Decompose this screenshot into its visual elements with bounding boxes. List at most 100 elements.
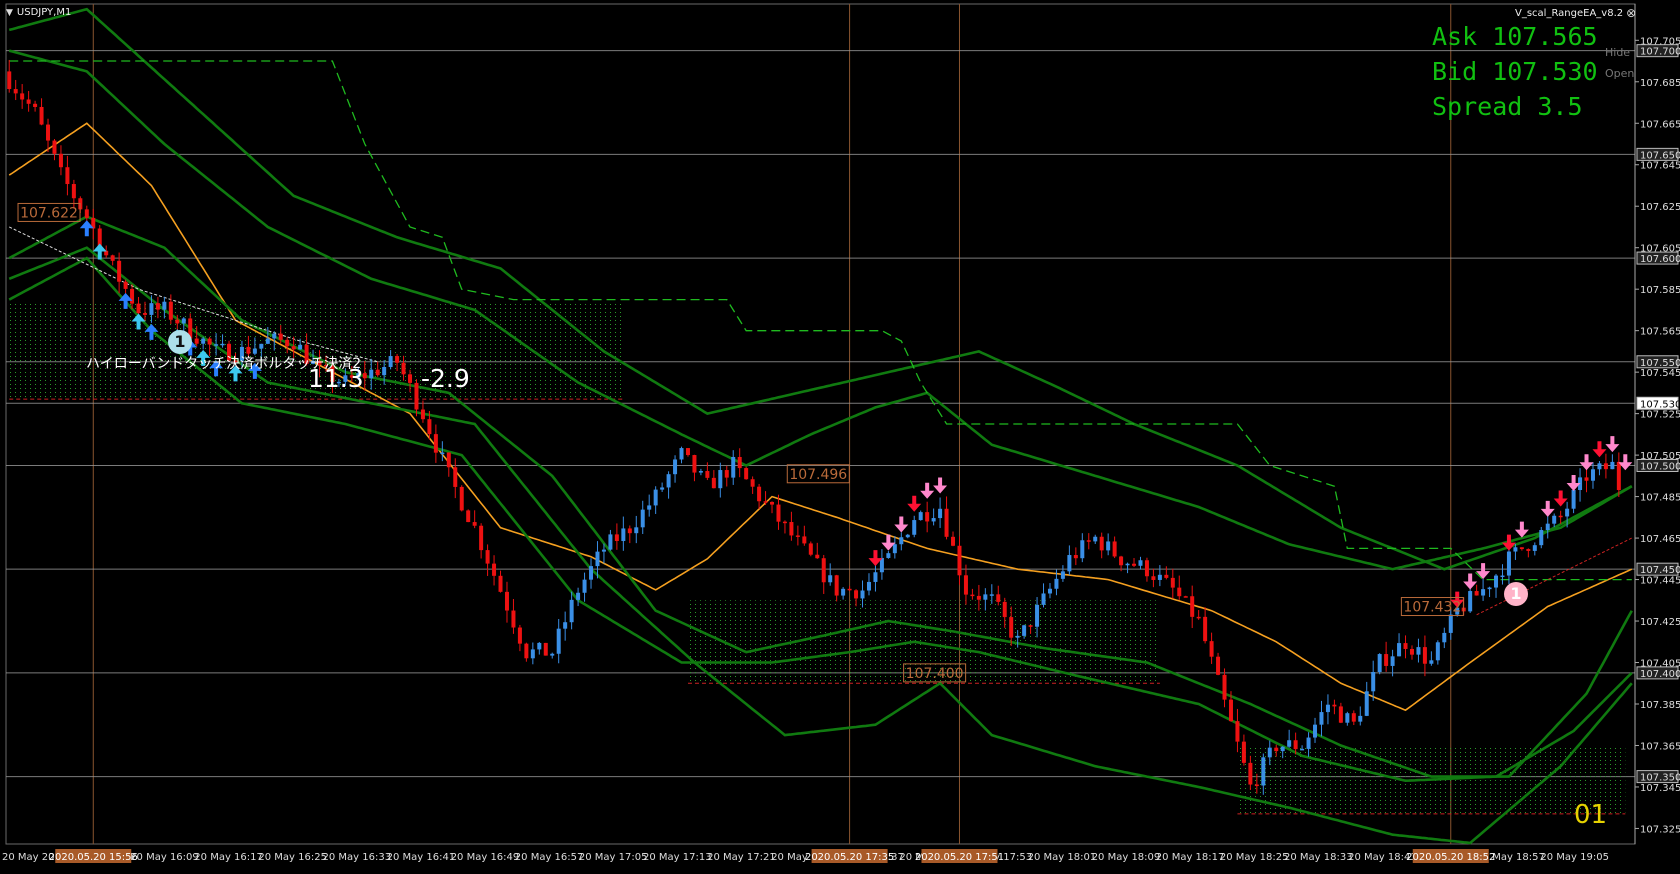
candle-body xyxy=(1532,545,1537,551)
candle-body xyxy=(1261,757,1266,786)
candle-body xyxy=(1584,477,1589,481)
candle-body xyxy=(1254,784,1259,787)
candle-body xyxy=(1216,656,1221,675)
candle-body xyxy=(162,301,167,310)
candle-body xyxy=(621,528,626,542)
price-level-tag-text: 107.400 xyxy=(1640,669,1680,680)
time-highlight-text: 2020.05.20 17:35 xyxy=(805,852,894,863)
candle-body xyxy=(1002,601,1007,618)
candle-body xyxy=(1248,762,1253,785)
candle-body xyxy=(808,543,813,555)
entry-badge-1[interactable]: 1 xyxy=(168,330,192,354)
level-label-text: 107.432 xyxy=(1403,600,1461,616)
price-level-tag-text: 107.450 xyxy=(1640,565,1680,576)
candle-body xyxy=(207,338,212,345)
candle-body xyxy=(815,554,820,559)
candle-body xyxy=(1545,523,1550,531)
time-tick-label: 20 May 17:21 xyxy=(707,852,776,863)
candle-body xyxy=(996,594,1001,602)
candle-body xyxy=(1539,530,1544,546)
candle-body xyxy=(265,338,270,344)
candle-body xyxy=(1571,490,1576,509)
candle-body xyxy=(1513,547,1518,552)
candle-body xyxy=(440,452,445,455)
candle-body xyxy=(1157,574,1162,580)
candle-body xyxy=(382,367,387,376)
time-tick-label: 20 May 19:05 xyxy=(1540,852,1609,863)
candle-body xyxy=(724,470,729,478)
candle-body xyxy=(556,628,561,654)
candle-body xyxy=(1487,587,1492,590)
candle-body xyxy=(1345,713,1350,723)
candle-body xyxy=(1106,541,1111,551)
candle-body xyxy=(1112,541,1117,557)
dropdown-icon[interactable]: ▼ xyxy=(6,8,13,18)
candle-body xyxy=(1526,549,1531,551)
time-highlight-text: 2020.05.20 17:51 xyxy=(915,852,1004,863)
candle-body xyxy=(388,356,393,368)
candle-body xyxy=(39,106,44,125)
chart-window[interactable]: 107.622 107.496 107.400 107.432 107.705 107.… xyxy=(0,0,1680,870)
close-icon[interactable]: ⊗ xyxy=(1626,6,1636,20)
symbol-title: USDJPY,M1 xyxy=(16,7,72,18)
candle-body xyxy=(1384,654,1389,666)
candle-body xyxy=(1280,746,1285,752)
candle-body xyxy=(401,362,406,375)
entry-badge-2[interactable]: 1 xyxy=(1504,582,1528,606)
candle-body xyxy=(582,579,587,593)
price-level-tag-text: 107.600 xyxy=(1640,254,1680,265)
candle-body xyxy=(705,471,710,478)
candle-body xyxy=(1500,575,1505,578)
time-tick-label: 20 May 16:33 xyxy=(323,852,392,863)
candle-body xyxy=(627,528,632,534)
trade-counter: 01 xyxy=(1574,800,1608,830)
candle-body xyxy=(1390,656,1395,666)
candle-body xyxy=(1377,654,1382,673)
spread-value: Spread 3.5 xyxy=(1432,92,1583,121)
candle-body xyxy=(1235,721,1240,742)
candle-body xyxy=(711,477,716,489)
candle-body xyxy=(1506,551,1511,576)
price-level-tag-text: 107.350 xyxy=(1640,773,1680,784)
candle-body xyxy=(1035,604,1040,627)
candle-body xyxy=(1086,540,1091,542)
candle-body xyxy=(543,642,548,656)
candle-body xyxy=(1468,591,1473,612)
open-button[interactable]: Open xyxy=(1605,67,1634,80)
candle-body xyxy=(1422,647,1427,664)
candle-body xyxy=(446,452,451,468)
hide-button[interactable]: Hide xyxy=(1605,46,1630,59)
candle-body xyxy=(149,303,154,315)
symbol-header: ▼ USDJPY,M1 xyxy=(6,4,71,21)
candle-body xyxy=(472,522,477,526)
candle-body xyxy=(944,508,949,537)
candle-body xyxy=(466,510,471,523)
time-tick-label: 20 May 18:25 xyxy=(1220,852,1289,863)
candle-body xyxy=(1009,617,1014,638)
candle-body xyxy=(369,369,374,379)
candle-body xyxy=(7,71,12,90)
candle-body xyxy=(1325,704,1330,713)
candle-body xyxy=(1047,588,1052,594)
candle-body xyxy=(1300,748,1305,751)
candle-body xyxy=(537,642,542,650)
price-level-tag-text: 107.500 xyxy=(1640,461,1680,472)
candle-body xyxy=(679,448,684,460)
candle-body xyxy=(130,288,135,304)
candle-body xyxy=(744,468,749,480)
time-tick-label: 20 May 16:49 xyxy=(451,852,520,863)
candle-body xyxy=(718,470,723,489)
candle-body xyxy=(194,338,199,344)
candle-body xyxy=(1416,647,1421,655)
price-chart[interactable]: 107.622107.496107.400107.432 107.705107.… xyxy=(0,0,1680,870)
candle-body xyxy=(789,522,794,536)
level-label-text: 107.496 xyxy=(789,467,847,483)
time-tick-label: 20 May 18:01 xyxy=(1028,852,1097,863)
candle-body xyxy=(666,474,671,488)
candle-body xyxy=(1132,563,1137,566)
candle-body xyxy=(976,595,981,600)
candle-body xyxy=(1481,589,1486,596)
candle-body xyxy=(569,599,574,623)
candle-body xyxy=(285,339,290,347)
candle-body xyxy=(1177,587,1182,597)
